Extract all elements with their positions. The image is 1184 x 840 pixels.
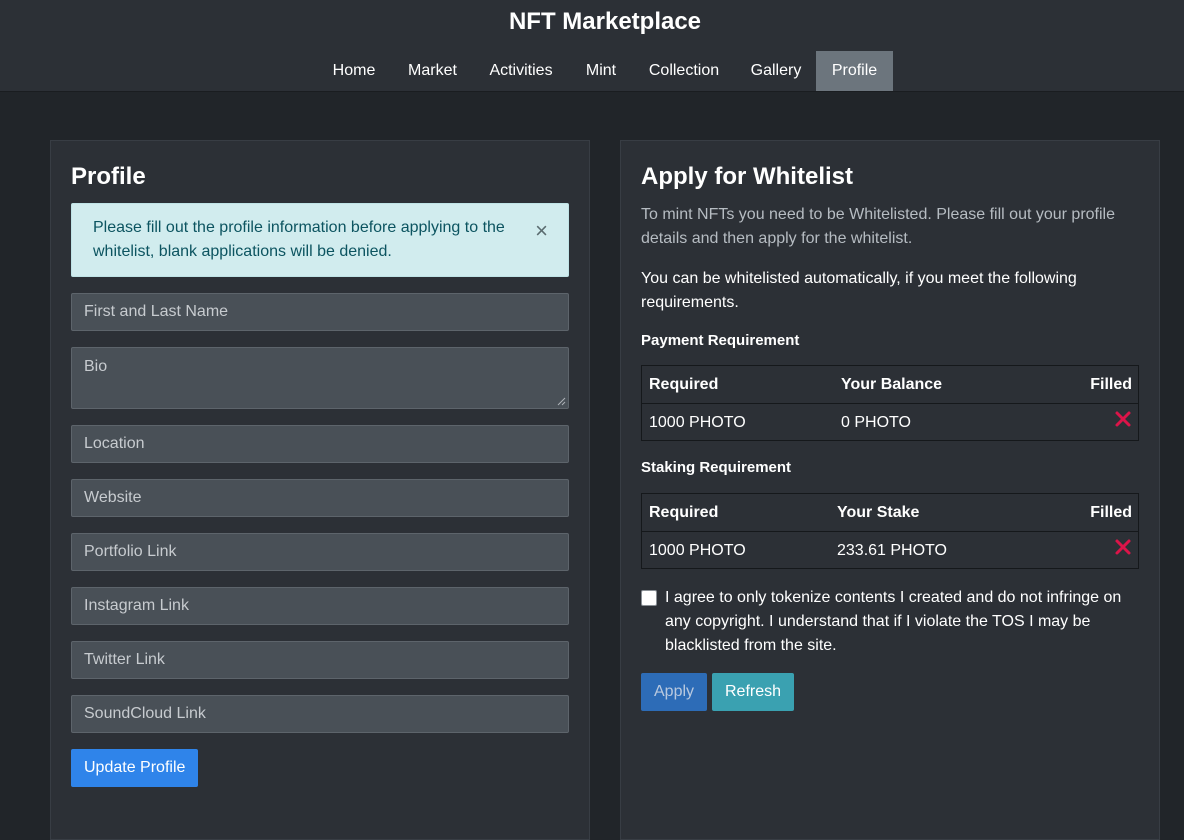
column-header: Your Balance <box>841 376 943 393</box>
bio-placeholder: Bio <box>84 358 108 375</box>
name-input[interactable]: First and Last Name <box>71 293 569 331</box>
alert-text: Please fill out the profile information … <box>93 219 505 260</box>
table-row: 1000 PHOTO 233.61 PHOTO <box>642 532 1138 570</box>
whitelist-auto-text: You can be whitelisted automatically, if… <box>641 270 1077 311</box>
website-input[interactable]: Website <box>71 479 569 517</box>
whitelist-title: Apply for Whitelist <box>641 163 853 190</box>
whitelist-intro: To mint NFTs you need to be Whitelisted.… <box>641 206 1115 247</box>
bio-textarea[interactable]: Bio <box>71 347 569 409</box>
resize-grip-icon[interactable] <box>556 396 566 406</box>
nav-profile[interactable]: Profile <box>816 51 893 91</box>
required-value: 1000 PHOTO <box>649 414 746 431</box>
update-profile-button[interactable]: Update Profile <box>71 749 199 787</box>
profile-title: Profile <box>71 163 146 190</box>
balance-value: 0 PHOTO <box>841 414 911 431</box>
column-header: Your Stake <box>837 504 920 521</box>
location-input[interactable]: Location <box>71 425 569 463</box>
apply-button[interactable]: Apply <box>641 673 708 711</box>
payment-table: Required Your Balance Filled 1000 PHOTO … <box>641 365 1139 441</box>
whitelist-card: Apply for Whitelist To mint NFTs you nee… <box>620 140 1160 840</box>
agree-label: I agree to only tokenize contents I crea… <box>665 589 1122 654</box>
instagram-input[interactable]: Instagram Link <box>71 587 569 625</box>
not-filled-x-icon <box>1115 539 1131 555</box>
table-header-row: Required Your Stake Filled <box>642 494 1138 532</box>
main-nav: Home Market Activities Mint Collection G… <box>0 51 1184 91</box>
refresh-button[interactable]: Refresh <box>712 673 795 711</box>
portfolio-input[interactable]: Portfolio Link <box>71 533 569 571</box>
required-value: 1000 PHOTO <box>649 542 746 559</box>
nav-home[interactable]: Home <box>318 51 390 91</box>
column-header: Required <box>649 376 719 393</box>
column-header: Required <box>649 504 719 521</box>
nav-gallery[interactable]: Gallery <box>736 51 816 91</box>
nav-collection[interactable]: Collection <box>634 51 734 91</box>
column-header: Filled <box>1090 376 1132 393</box>
staking-table: Required Your Stake Filled 1000 PHOTO 23… <box>641 493 1139 569</box>
table-header-row: Required Your Balance Filled <box>642 366 1138 404</box>
payment-heading: Payment Requirement <box>641 332 800 349</box>
soundcloud-input[interactable]: SoundCloud Link <box>71 695 569 733</box>
nav-activities[interactable]: Activities <box>474 51 568 91</box>
column-header: Filled <box>1090 504 1132 521</box>
profile-card: Profile Please fill out the profile info… <box>50 140 590 840</box>
nav-market[interactable]: Market <box>392 51 473 91</box>
agree-checkbox[interactable] <box>641 590 657 606</box>
site-header: NFT Marketplace Home Market Activities M… <box>0 0 1184 92</box>
profile-alert: Please fill out the profile information … <box>71 203 569 277</box>
staking-heading: Staking Requirement <box>641 459 792 476</box>
site-title: NFT Marketplace <box>508 8 702 35</box>
table-row: 1000 PHOTO 0 PHOTO <box>642 404 1138 442</box>
twitter-input[interactable]: Twitter Link <box>71 641 569 679</box>
stake-value: 233.61 PHOTO <box>837 542 947 559</box>
close-icon[interactable]: × <box>535 220 548 242</box>
not-filled-x-icon <box>1115 411 1131 427</box>
nav-mint[interactable]: Mint <box>570 51 632 91</box>
